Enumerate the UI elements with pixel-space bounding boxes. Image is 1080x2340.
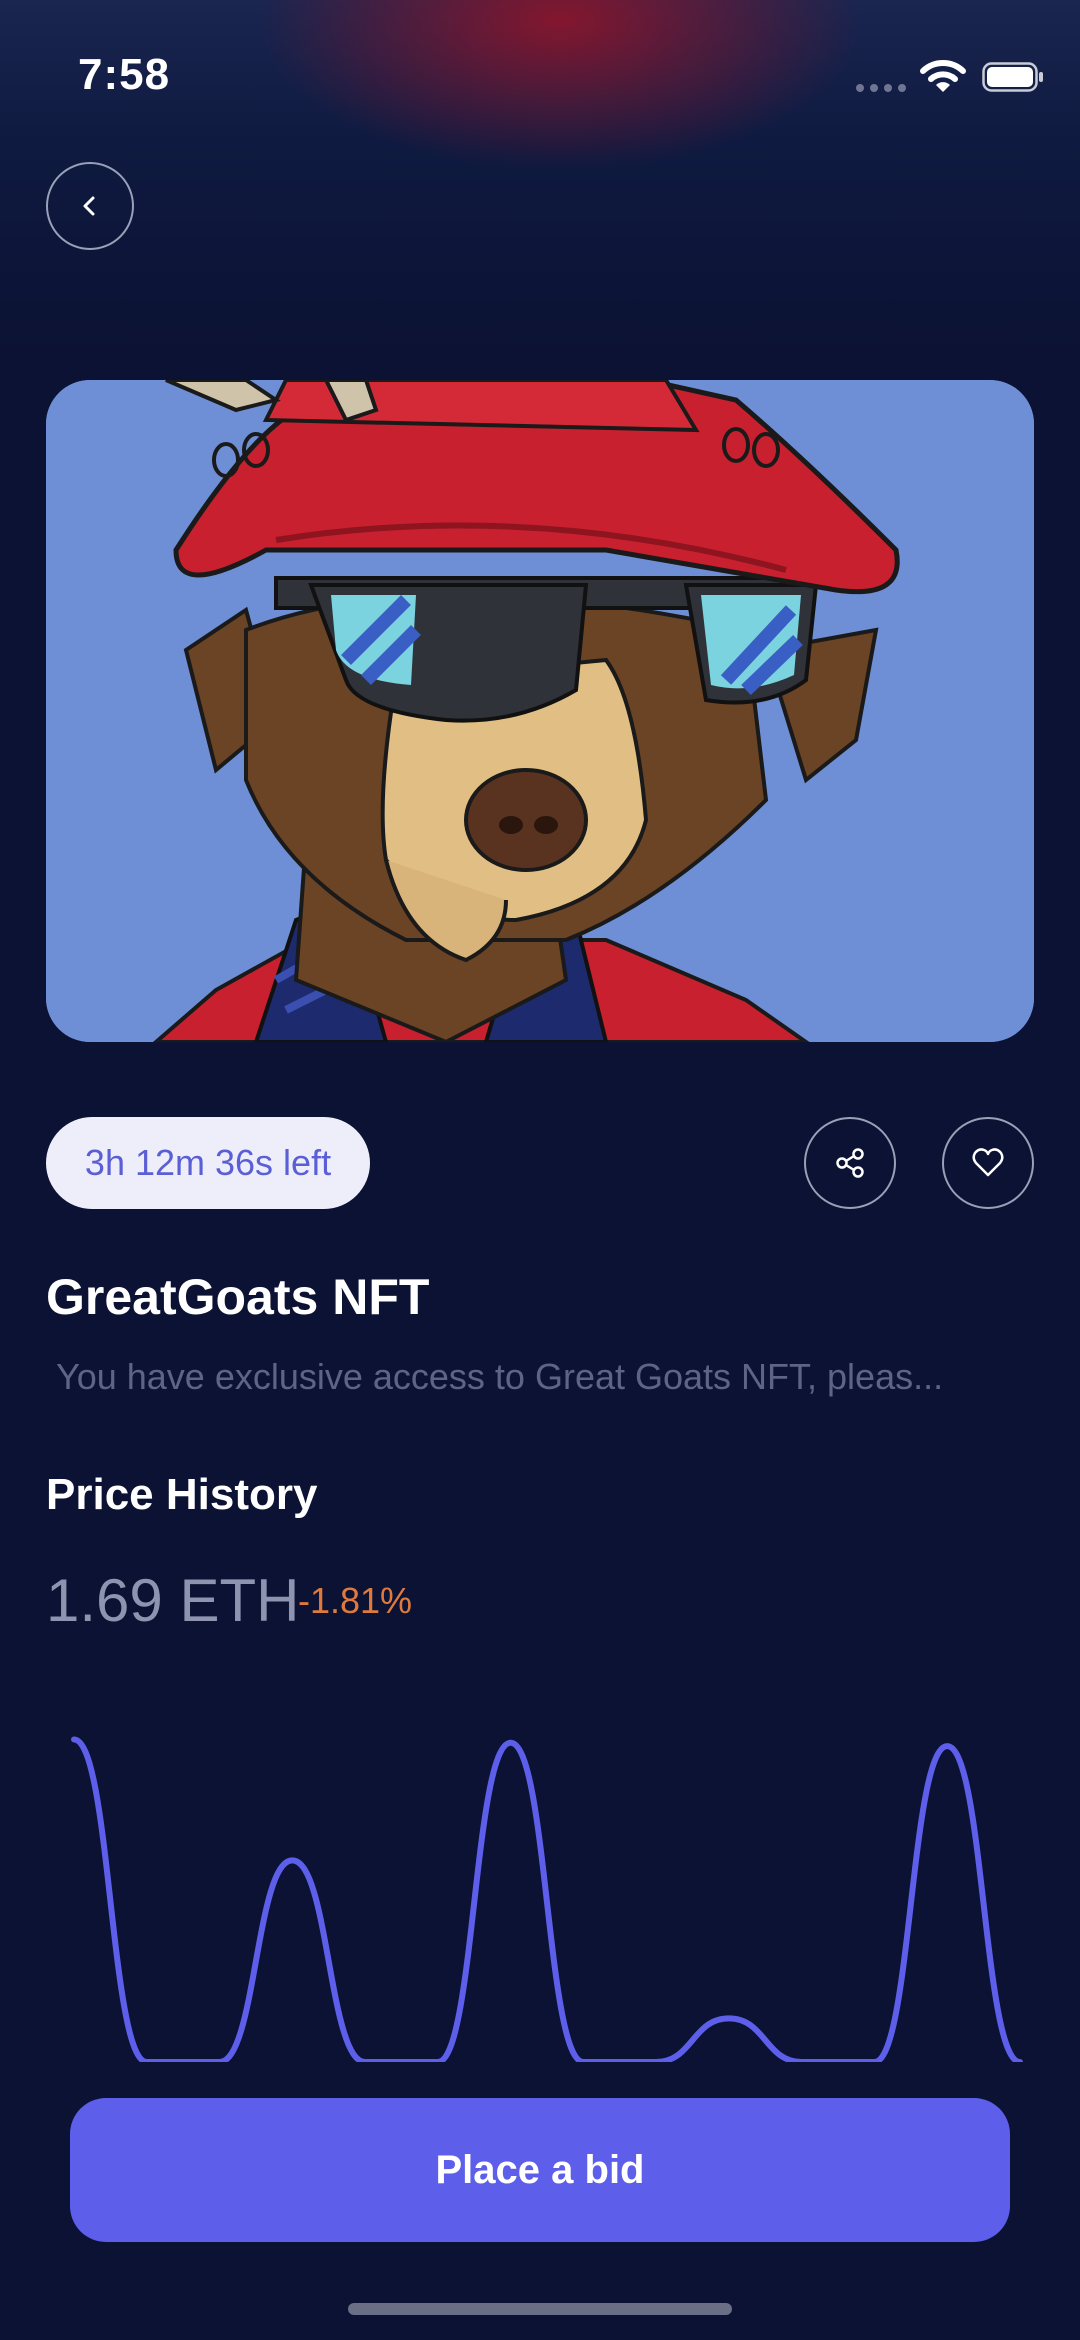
auction-timer-label: 3h 12m 36s left [84,1142,332,1183]
price-history-heading: Price History [46,1470,318,1519]
like-button[interactable] [942,1117,1034,1209]
nft-title: GreatGoats NFT [46,1269,430,1325]
share-icon [836,1148,864,1178]
place-bid-label: Place a bid [435,2147,645,2192]
auction-timer: 3h 12m 36s left [46,1117,370,1209]
share-button[interactable] [804,1117,896,1209]
price-history-chart [71,1736,1023,2062]
back-button[interactable] [46,162,134,250]
home-indicator [348,2303,732,2315]
price-history-line [71,1736,1023,2062]
status-time: 7:58 [78,50,171,99]
heart-icon [972,1148,1004,1177]
place-bid-button[interactable]: Place a bid [70,2098,1010,2242]
chevron-left-icon [83,196,95,216]
wifi-icon [920,60,966,92]
cellular-signal-icon [856,84,906,92]
battery-icon [982,62,1043,92]
nft-description[interactable]: You have exclusive access to Great Goats… [56,1356,1036,1398]
nft-image [46,380,1034,1042]
goat-illustration [46,380,1034,1042]
status-bar: 7:58 [0,0,1080,150]
price-change: -1.81% [298,1580,413,1621]
current-price: 1.69 ETH [46,1567,300,1634]
